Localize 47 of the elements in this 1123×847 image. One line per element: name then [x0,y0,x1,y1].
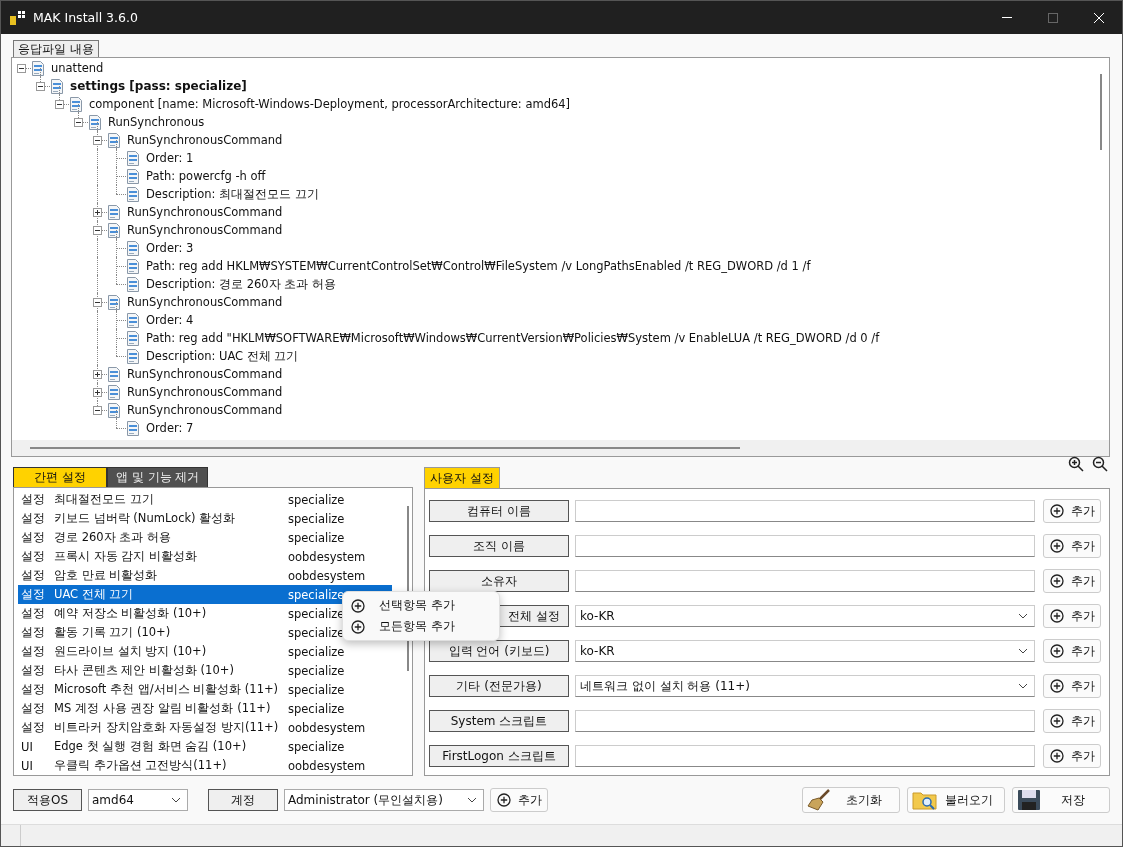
type-cell-text: UI [20,758,34,773]
type-cell-text: 설정 [20,720,46,735]
type-cell-text: 설정 [20,587,46,602]
type-cell-text: 설정 [20,701,46,716]
name-cell-text: 원드라이브 설치 방지 (10+) [54,644,208,659]
pass-cell: specialize [288,682,345,697]
name-cell-text: 활동 기록 끄기 (10+) [54,625,172,640]
name-cell-text: 우클릭 추가옵션 고전방식(11+) [54,758,228,773]
pass-cell: oobdesystem [288,758,366,773]
name-cell-text: 프록시 자동 감지 비활성화 [54,549,198,564]
name-cell-text: 최대절전모드 끄기 [54,492,155,507]
type-cell-text: 설정 [20,492,46,507]
pass-cell: oobdesystem [288,568,366,583]
name-cell-text: Microsoft 추천 앱/서비스 비활성화 (11+) [54,682,280,697]
type-cell-text: 설정 [20,606,46,621]
name-cell-text: 타사 콘텐츠 제안 비활성화 (10+) [54,663,235,678]
pass-cell: specialize [288,663,345,678]
pass-cell: specialize [288,701,345,716]
pass-cell: specialize [288,644,345,659]
type-cell-text: 설정 [20,663,46,678]
pass-cell: specialize [288,625,345,640]
pass-cell: specialize [288,492,345,507]
pass-cell: oobdesystem [288,720,366,735]
pass-cell: specialize [288,587,345,602]
name-cell-text: 경로 260자 초과 허용 [54,530,172,545]
group-title: 응답파일 내용 [13,40,99,57]
pass-cell: specialize [288,606,345,621]
name-cell-text: UAC 전체 끄기 [54,587,135,602]
type-cell-text: UI [20,739,34,754]
type-cell-text: 설정 [20,682,46,697]
type-cell-text: 설정 [20,568,46,583]
name-cell-text: 예약 저장소 비활성화 (10+) [54,606,208,621]
name-cell-text: 비트라커 장치암호화 자동설정 방지(11+) [54,720,280,735]
name-cell-text: 암호 만료 비활성화 [54,568,159,583]
window-title: MAK Install 3.6.0 [33,10,139,25]
name-cell-text: MS 계정 사용 권장 알림 비활성화 (11+) [54,701,272,716]
name-cell-text: 키보드 넘버락 (NumLock) 활성화 [54,511,237,526]
pass-cell: specialize [288,739,345,754]
type-cell-text: 설정 [20,530,46,545]
name-cell-text: Edge 첫 실행 경험 화면 숨김 (10+) [54,739,248,754]
pass-cell: specialize [288,530,345,545]
type-cell-text: 설정 [20,644,46,659]
pass-cell: oobdesystem [288,549,366,564]
type-cell-text: 설정 [20,511,46,526]
type-cell-text: 설정 [20,549,46,564]
type-cell-text: 설정 [20,625,46,640]
pass-cell: specialize [288,511,345,526]
